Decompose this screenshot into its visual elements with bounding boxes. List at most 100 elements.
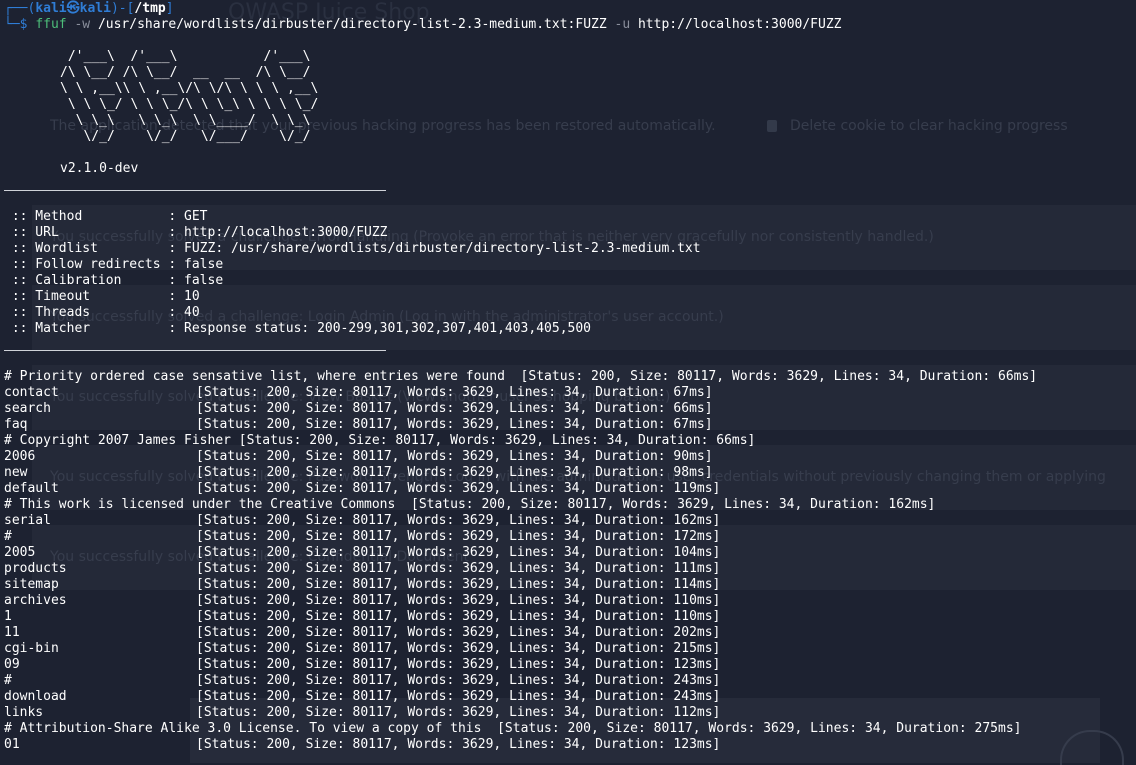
config-matcher: :: Matcher : Response status: 200-299,30… <box>4 321 591 336</box>
ffuf-banner-line: /\ \__/ /\ \__/ __ __ /\ \__/ <box>60 65 311 80</box>
result-path: links <box>4 705 44 720</box>
prompt-directory: /tmp <box>134 1 166 16</box>
result-row: links [Status: 200, Size: 80117, Words: 3… <box>4 705 720 721</box>
config-url: :: URL : http://localhost:3000/FUZZ <box>4 225 388 240</box>
result-status: [Status: 200, Size: 80117, Words: 3629, … <box>196 737 721 752</box>
result-status: [Status: 200, Size: 80117, Words: 3629, … <box>196 657 721 672</box>
result-path: # Attribution-Share Alike 3.0 License. T… <box>4 721 490 736</box>
result-row: search [Status: 200, Size: 80117, Words: … <box>4 401 713 417</box>
result-status: [Status: 200, Size: 80117, Words: 3629, … <box>230 433 756 448</box>
ffuf-banner-line: \ \_\ \ \_\ \ \____/ \ \_\ <box>60 113 311 128</box>
result-row: archives [Status: 200, Size: 80117, Words… <box>4 593 720 609</box>
result-status: [Status: 200, Size: 80117, Words: 3629, … <box>196 481 721 496</box>
result-row: default [Status: 200, Size: 80117, Words:… <box>4 481 720 497</box>
config-calibration: :: Calibration : false <box>4 273 224 288</box>
result-row: # [Status: 200, Size: 80117, Words: 3629,… <box>4 673 720 689</box>
result-path: 2005 <box>4 545 36 560</box>
divider <box>4 190 386 191</box>
result-path: # Copyright 2007 James Fisher <box>4 433 231 448</box>
result-status: [Status: 200, Size: 80117, Words: 3629, … <box>196 401 713 416</box>
command-option-w: -w <box>74 17 91 32</box>
result-row: # [Status: 200, Size: 80117, Words: 3629,… <box>4 529 720 545</box>
result-path: # This work is licensed under the Creati… <box>4 497 404 512</box>
prompt-dollar: └─$ <box>4 17 36 32</box>
prompt-bracket: ] <box>165 1 174 16</box>
result-row: # Attribution-Share Alike 3.0 License. T… <box>4 721 1021 737</box>
result-status: [Status: 200, Size: 80117, Words: 3629, … <box>196 673 721 688</box>
ffuf-banner-line: \ \ \_/ \ \ \_/\ \ \_\ \ \ \ \_/ <box>60 97 319 112</box>
result-row: products [Status: 200, Size: 80117, Words… <box>4 561 720 577</box>
result-row: new [Status: 200, Size: 80117, Words: 362… <box>4 465 713 481</box>
result-row: 01 [Status: 200, Size: 80117, Words: 3629… <box>4 737 720 753</box>
result-row: serial [Status: 200, Size: 80117, Words: … <box>4 513 720 529</box>
command-wordlist-arg: /usr/share/wordlists/dirbuster/directory… <box>97 17 607 32</box>
result-path: # Priority ordered case sensative list, … <box>4 369 513 384</box>
config-method: :: Method : GET <box>4 209 208 224</box>
config-threads: :: Threads : 40 <box>4 305 200 320</box>
result-status: [Status: 200, Size: 80117, Words: 3629, … <box>196 625 721 640</box>
result-path: products <box>4 561 67 576</box>
result-path: serial <box>4 513 51 528</box>
result-status: [Status: 200, Size: 80117, Words: 3629, … <box>196 641 721 656</box>
ffuf-banner-line: \ \ ,__\\ \ ,__\/\ \/\ \ \ \ ,__\ <box>60 81 319 96</box>
result-row: contact [Status: 200, Size: 80117, Words:… <box>4 385 713 401</box>
result-row: 09 [Status: 200, Size: 80117, Words: 3629… <box>4 657 720 673</box>
result-status: [Status: 200, Size: 80117, Words: 3629, … <box>403 497 936 512</box>
command-name: ffuf <box>35 17 67 32</box>
result-status: [Status: 200, Size: 80117, Words: 3629, … <box>196 593 721 608</box>
result-path: # <box>4 673 12 688</box>
config-timeout: :: Timeout : 10 <box>4 289 200 304</box>
result-row: 2006 [Status: 200, Size: 80117, Words: 36… <box>4 449 713 465</box>
prompt-separator: )-[ <box>110 1 135 16</box>
result-path: faq <box>4 417 28 432</box>
result-status: [Status: 200, Size: 80117, Words: 3629, … <box>196 577 721 592</box>
command-url-arg: http://localhost:3000/FUZZ <box>637 17 842 32</box>
result-path: default <box>4 481 59 496</box>
result-row: faq [Status: 200, Size: 80117, Words: 362… <box>4 417 713 433</box>
result-path: new <box>4 465 28 480</box>
result-status: [Status: 200, Size: 80117, Words: 3629, … <box>512 369 1038 384</box>
result-path: # <box>4 529 12 544</box>
result-status: [Status: 200, Size: 80117, Words: 3629, … <box>196 705 721 720</box>
result-status: [Status: 200, Size: 80117, Words: 3629, … <box>196 689 721 704</box>
command-option-u: -u <box>614 17 631 32</box>
result-status: [Status: 200, Size: 80117, Words: 3629, … <box>489 721 1022 736</box>
config-wordlist: :: Wordlist : FUZZ: /usr/share/wordlists… <box>4 241 701 256</box>
result-row: # Priority ordered case sensative list, … <box>4 369 1037 385</box>
result-path: 2006 <box>4 449 36 464</box>
prompt-line-1: ┌──(kali㉿kali)-[/tmp] <box>4 1 174 17</box>
result-status: [Status: 200, Size: 80117, Words: 3629, … <box>196 417 713 432</box>
divider <box>4 350 386 351</box>
prompt-line-2: └─$ ffuf -w /usr/share/wordlists/dirbust… <box>4 17 841 33</box>
ffuf-banner-line: /'___\ /'___\ /'___\ <box>60 49 311 64</box>
result-row: # Copyright 2007 James Fisher [Status: 2… <box>4 433 755 449</box>
result-status: [Status: 200, Size: 80117, Words: 3629, … <box>196 529 721 544</box>
result-row: 11 [Status: 200, Size: 80117, Words: 3629… <box>4 625 720 641</box>
result-status: [Status: 200, Size: 80117, Words: 3629, … <box>196 465 713 480</box>
result-path: archives <box>4 593 67 608</box>
result-path: sitemap <box>4 577 59 592</box>
prompt-corner: ┌──( <box>4 1 36 16</box>
result-status: [Status: 200, Size: 80117, Words: 3629, … <box>196 609 721 624</box>
result-path: 11 <box>4 625 20 640</box>
result-path: 1 <box>4 609 12 624</box>
result-path: 01 <box>4 737 20 752</box>
terminal-output[interactable]: ┌──(kali㉿kali)-[/tmp] └─$ ffuf -w /usr/s… <box>0 0 1136 763</box>
result-path: contact <box>4 385 59 400</box>
result-row: sitemap [Status: 200, Size: 80117, Words:… <box>4 577 720 593</box>
result-status: [Status: 200, Size: 80117, Words: 3629, … <box>196 561 721 576</box>
result-row: 1 [Status: 200, Size: 80117, Words: 3629,… <box>4 609 720 625</box>
ffuf-banner-line: \/_/ \/_/ \/___/ \/_/ <box>60 129 311 144</box>
result-path: 09 <box>4 657 20 672</box>
result-row: # This work is licensed under the Creati… <box>4 497 935 513</box>
result-row: 2005 [Status: 200, Size: 80117, Words: 36… <box>4 545 720 561</box>
result-status: [Status: 200, Size: 80117, Words: 3629, … <box>196 385 713 400</box>
result-status: [Status: 200, Size: 80117, Words: 3629, … <box>196 449 713 464</box>
result-status: [Status: 200, Size: 80117, Words: 3629, … <box>196 513 721 528</box>
result-path: download <box>4 689 67 704</box>
result-path: cgi-bin <box>4 641 59 656</box>
prompt-user: kali㉿kali <box>35 1 111 16</box>
config-follow-redirects: :: Follow redirects : false <box>4 257 224 272</box>
ffuf-version: v2.1.0-dev <box>60 161 139 176</box>
result-path: search <box>4 401 51 416</box>
